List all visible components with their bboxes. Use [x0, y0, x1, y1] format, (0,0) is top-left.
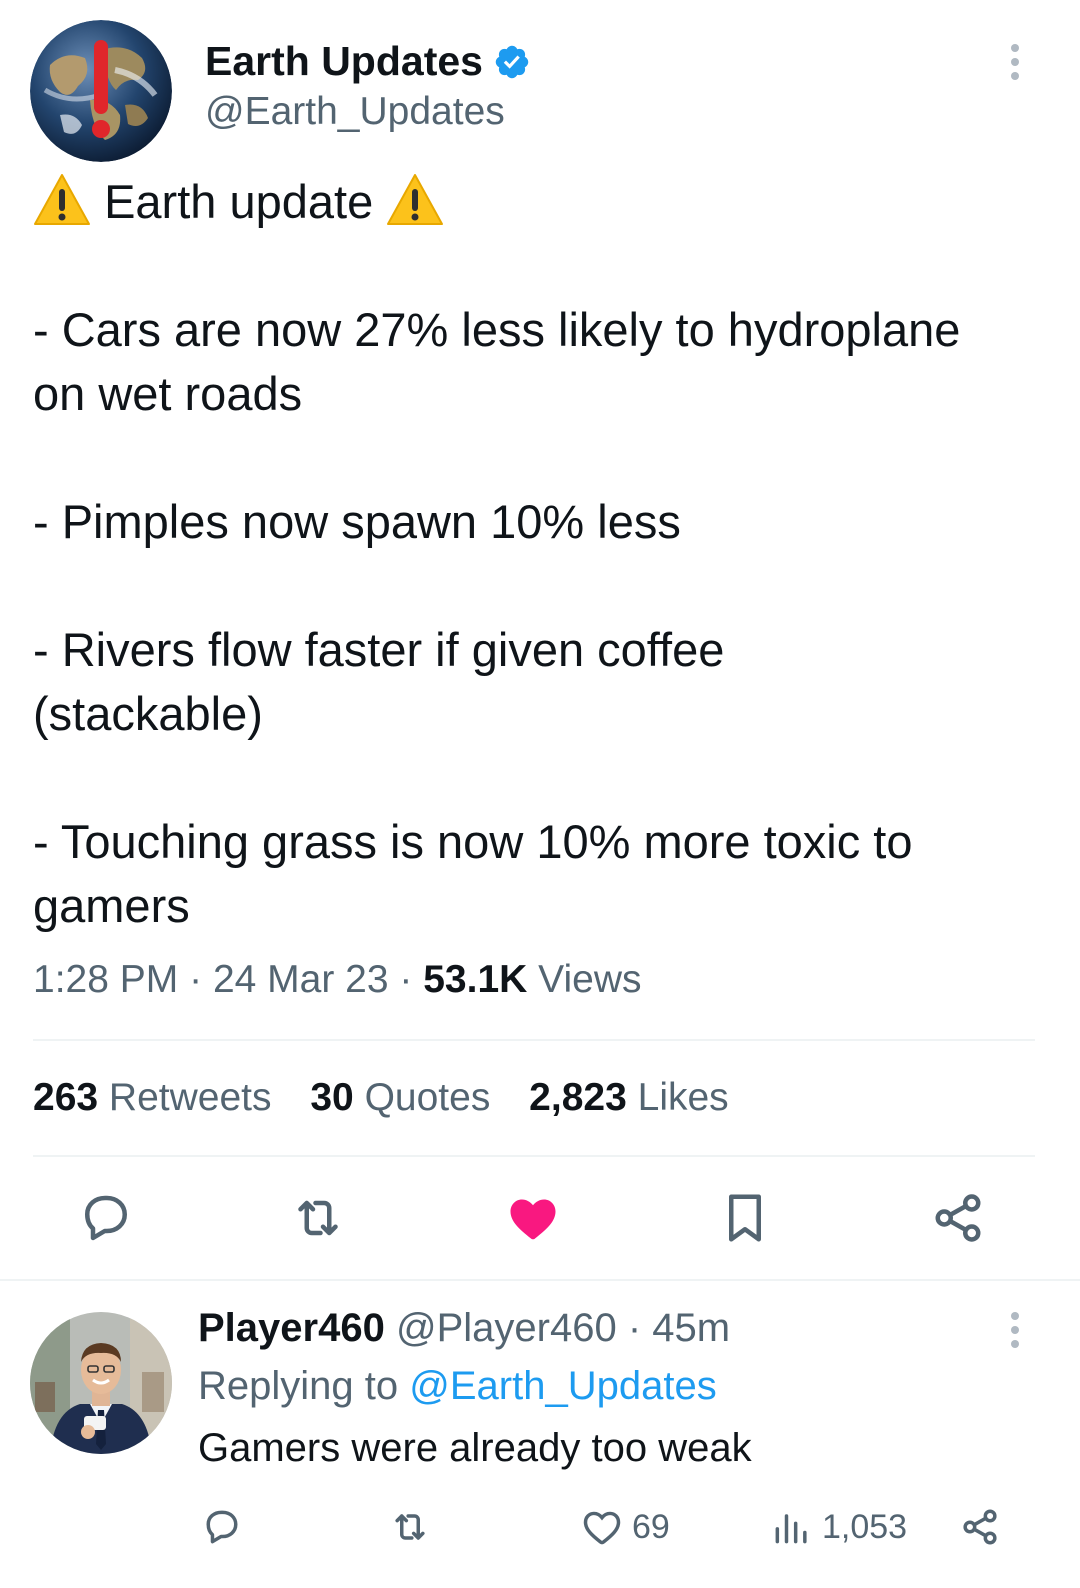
- reply-button[interactable]: [76, 1188, 136, 1253]
- replying-to: Replying to @Earth_Updates: [198, 1364, 717, 1409]
- tweet-title: Earth update: [104, 175, 374, 228]
- retweet-icon: [298, 1200, 338, 1236]
- likes-stat[interactable]: 2,823 Likes: [529, 1076, 729, 1119]
- reply-like-count: 69: [632, 1507, 670, 1546]
- share-icon: [935, 1194, 981, 1242]
- divider: [0, 1279, 1080, 1281]
- tweet-line: - Rivers flow faster if given coffee: [33, 623, 725, 676]
- avatar-earth-updates[interactable]: [30, 20, 172, 162]
- tweet-line: on wet roads: [33, 367, 303, 420]
- tweet-time[interactable]: 1:28 PM: [33, 958, 178, 1001]
- retweet-icon: [395, 1514, 425, 1540]
- reply-icon: [85, 1195, 127, 1241]
- heart-icon: [583, 1511, 621, 1545]
- views-chart-icon: [775, 1514, 807, 1544]
- reply-views-button[interactable]: 1,053: [770, 1502, 907, 1552]
- retweets-count: 263: [33, 1076, 99, 1119]
- reply-separator: ·: [627, 1306, 642, 1350]
- meta-separator: ·: [399, 958, 413, 1001]
- avatar-player460[interactable]: [30, 1312, 172, 1454]
- reply-display-name[interactable]: Player460: [198, 1306, 385, 1350]
- tweet-line: - Cars are now 27% less likely to hydrop…: [33, 303, 961, 356]
- tweet-title-line: Earth update: [33, 170, 444, 234]
- more-dots-icon[interactable]: [1000, 42, 1030, 82]
- display-name-text[interactable]: Earth Updates: [205, 38, 483, 85]
- more-dots-icon[interactable]: [1000, 1310, 1030, 1350]
- quotes-count: 30: [310, 1076, 354, 1119]
- tweet-line: gamers: [33, 879, 190, 932]
- retweets-stat[interactable]: 263 Retweets: [33, 1076, 272, 1119]
- verified-badge-icon: [495, 45, 529, 78]
- tweet-meta: 1:28 PM · 24 Mar 23 · 53.1K Views: [33, 958, 641, 1002]
- reply-icon: [206, 1510, 238, 1544]
- likes-label: Likes: [637, 1076, 729, 1119]
- replying-prefix: Replying to: [198, 1364, 399, 1408]
- quotes-stat[interactable]: 30 Quotes: [310, 1076, 490, 1119]
- retweet-button[interactable]: [288, 1188, 348, 1253]
- divider: [33, 1155, 1035, 1157]
- share-button[interactable]: [928, 1188, 988, 1253]
- tweet-line: - Pimples now spawn 10% less: [33, 495, 681, 548]
- warning-emoji-icon: [387, 174, 444, 225]
- reply-share-button[interactable]: [958, 1502, 1002, 1552]
- heart-icon: [510, 1199, 556, 1240]
- tweet-line: - Touching grass is now 10% more toxic t…: [33, 815, 913, 868]
- reply-age[interactable]: 45m: [652, 1306, 730, 1350]
- divider: [33, 1039, 1035, 1041]
- like-button[interactable]: [503, 1188, 563, 1253]
- tweet-date[interactable]: 24 Mar 23: [213, 958, 389, 1001]
- replying-mention-link[interactable]: @Earth_Updates: [409, 1364, 716, 1408]
- reply-reply-button[interactable]: [200, 1502, 244, 1552]
- bookmark-button[interactable]: [715, 1188, 775, 1253]
- quotes-label: Quotes: [364, 1076, 491, 1119]
- tweet-line: (stackable): [33, 687, 263, 740]
- retweets-label: Retweets: [108, 1076, 272, 1119]
- likes-count: 2,823: [529, 1076, 627, 1119]
- share-icon: [963, 1509, 997, 1545]
- handle[interactable]: @Earth_Updates: [205, 90, 505, 134]
- meta-separator: ·: [189, 958, 203, 1001]
- display-name[interactable]: Earth Updates: [205, 38, 531, 85]
- warning-emoji-icon: [34, 174, 90, 225]
- reply-handle[interactable]: @Player460: [396, 1306, 617, 1350]
- bookmark-icon: [729, 1194, 761, 1242]
- views-count: 53.1K: [423, 958, 528, 1001]
- reply-header: Player460 @Player460 · 45m: [198, 1306, 730, 1351]
- reply-retweet-button[interactable]: [388, 1502, 432, 1552]
- reply-views-count: 1,053: [822, 1507, 908, 1546]
- views-label: Views: [538, 958, 642, 1001]
- reply-text: Gamers were already too weak: [198, 1426, 752, 1470]
- engagement-stats: 263 Retweets 30 Quotes 2,823 Likes: [33, 1076, 729, 1120]
- reply-like-button[interactable]: 69: [580, 1502, 670, 1552]
